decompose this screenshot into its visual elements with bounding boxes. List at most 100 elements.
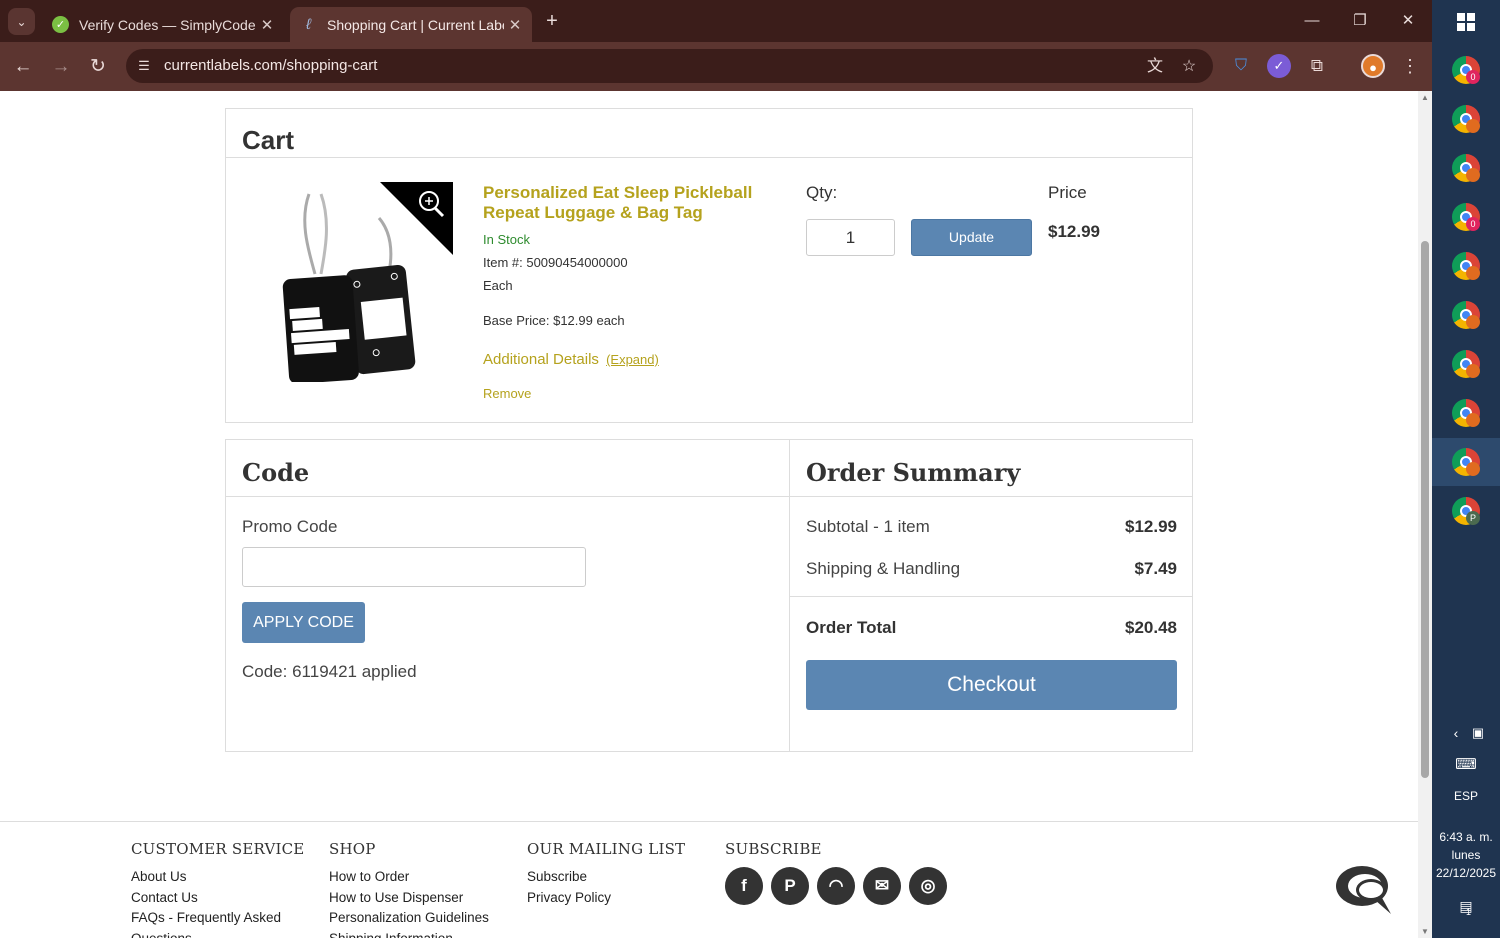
rss-icon[interactable]: ◠ [817,867,855,905]
footer-link-subscribe[interactable]: Subscribe [527,867,685,888]
footer-link-privacy[interactable]: Privacy Policy [527,888,685,909]
stock-status: In Stock [483,232,530,247]
taskbar-chrome-app-icon[interactable] [1452,154,1480,182]
scrollbar-thumb[interactable] [1421,241,1429,778]
promo-code-input[interactable] [242,547,586,587]
product-image[interactable] [281,182,453,382]
item-price: $12.99 [1048,222,1100,241]
tab-close-icon[interactable]: ✕ [256,16,278,34]
footer-link-faqs[interactable]: FAQs - Frequently Asked [131,908,304,929]
footer-customer-service: CUSTOMER SERVICE About Us Contact Us FAQ… [131,840,304,938]
taskbar-chrome-app-icon[interactable]: P [1452,497,1480,525]
product-title-link[interactable]: Personalized Eat Sleep Pickleball Repeat… [483,183,758,223]
taskbar-chrome-app-icon[interactable] [1452,399,1480,427]
notifications-icon[interactable]: ▤ 1 [1454,898,1478,917]
footer-link-shipping[interactable]: Shipping Information [329,929,489,938]
tab-simplycodes[interactable]: ✓ Verify Codes — SimplyCodes ✕ [42,7,284,42]
qty-label: Qty: [806,183,838,202]
taskbar-chrome-app-icon[interactable] [1452,105,1480,133]
footer-link-faqs-cont[interactable]: Questions [131,929,304,938]
profile-badge [1466,119,1480,133]
forward-button[interactable]: → [48,54,74,80]
language-indicator[interactable]: ESP [1432,789,1500,803]
email-icon[interactable]: ✉ [863,867,901,905]
update-button[interactable]: Update [911,219,1032,256]
taskbar-chrome-app-icon[interactable]: 0 [1452,56,1480,84]
promo-code-panel: Code Promo Code APPLY CODE Code: 6119421… [225,439,790,752]
shield-extension-icon[interactable]: ⛉ [1229,54,1253,78]
code-applied-message: Code: 6119421 applied [242,662,417,681]
footer-heading: SHOP [329,840,376,858]
footer-link-contact[interactable]: Contact Us [131,888,304,909]
browser-chrome: ⌄ ✓ Verify Codes — SimplyCodes ✕ ℓ Shopp… [0,0,1432,91]
remove-link[interactable]: Remove [483,386,531,401]
url-text[interactable]: currentlabels.com/shopping-cart [164,57,377,74]
bookmark-star-icon[interactable]: ☆ [1179,57,1199,77]
taskbar-chrome-app-icon[interactable] [1452,252,1480,280]
tab-shopping-cart[interactable]: ℓ Shopping Cart | Current Labels ✕ [290,7,532,42]
quantity-input[interactable]: 1 [806,219,895,256]
simplycodes-favicon-icon: ✓ [52,16,69,33]
extension-purple-icon[interactable]: ✓ [1267,54,1291,78]
minimize-button[interactable]: — [1290,8,1334,34]
clock[interactable]: 6:43 a. m. lunes 22/12/2025 [1432,828,1500,882]
scroll-up-arrow-icon[interactable]: ▲ [1418,93,1432,102]
meet-now-icon[interactable]: ▣ [1468,725,1488,741]
footer-heading: SUBSCRIBE [725,840,822,858]
footer-subscribe: SUBSCRIBE f P ◠ ✉ ◎ [725,840,947,905]
menu-kebab-icon[interactable]: ⋮ [1398,54,1422,78]
extensions-puzzle-icon[interactable]: ⧉ [1305,54,1329,78]
promo-code-label: Promo Code [242,517,338,536]
clock-time: 6:43 a. m. [1439,830,1493,844]
windows-taskbar: 0 0 P ‹ ▣ ⌨ ESP 6:43 a. m. lunes 22/12/202… [1432,0,1500,938]
pinterest-icon[interactable]: P [771,867,809,905]
profile-badge [1466,413,1480,427]
footer-link-personalization[interactable]: Personalization Guidelines [329,908,489,929]
order-total-value: $20.48 [1125,618,1177,637]
site-info-icon[interactable]: ☰ [135,57,153,75]
page-scrollbar[interactable]: ▲ ▼ [1418,91,1432,938]
subtotal-label: Subtotal - 1 item [806,517,930,536]
footer-link-about[interactable]: About Us [131,867,304,888]
shipping-value: $7.49 [1134,559,1177,578]
footer-mailing-list: OUR MAILING LIST Subscribe Privacy Polic… [527,840,685,908]
profile-badge [1466,462,1480,476]
order-total-label: Order Total [806,618,897,637]
subtotal-value: $12.99 [1125,517,1177,536]
expand-link[interactable]: (Expand) [606,352,659,367]
show-hidden-icons-icon[interactable]: ‹ [1446,725,1466,741]
taskbar-chrome-app-icon[interactable] [1452,301,1480,329]
touch-keyboard-icon[interactable]: ⌨ [1452,755,1480,773]
apply-code-button[interactable]: APPLY CODE [242,602,365,643]
taskbar-chrome-app-icon[interactable] [1452,350,1480,378]
item-number: Item #: 50090454000000 [483,255,628,270]
footer-link-dispenser[interactable]: How to Use Dispenser [329,888,489,909]
profile-badge: 0 [1466,70,1480,84]
tab-search-button[interactable]: ⌄ [8,8,35,35]
cart-heading: Cart [242,125,295,155]
instagram-icon[interactable]: ◎ [909,867,947,905]
windows-start-icon[interactable] [1457,13,1475,31]
close-window-button[interactable]: ✕ [1386,8,1430,34]
taskbar-chrome-app-icon[interactable]: 0 [1452,203,1480,231]
tab-close-icon[interactable]: ✕ [504,16,526,34]
back-button[interactable]: ← [10,54,36,80]
translate-icon[interactable]: 文 [1145,57,1165,77]
summary-divider [790,596,1192,597]
summary-header: Order Summary [790,440,1192,497]
checkout-button[interactable]: Checkout [806,660,1177,710]
reload-button[interactable]: ↻ [85,54,111,80]
chat-widget-icon[interactable] [1335,864,1397,916]
profile-avatar-icon[interactable]: ● [1361,54,1385,78]
subtotal-row: Subtotal - 1 item $12.99 [806,517,1177,537]
scroll-down-arrow-icon[interactable]: ▼ [1418,927,1432,936]
facebook-icon[interactable]: f [725,867,763,905]
order-summary-heading: Order Summary [806,458,1021,487]
social-icons: f P ◠ ✉ ◎ [725,867,947,905]
taskbar-chrome-app-icon[interactable] [1452,448,1480,476]
footer-shop: SHOP How to Order How to Use Dispenser P… [329,840,489,938]
restore-button[interactable]: ❐ [1338,8,1382,34]
address-bar[interactable]: ☰ currentlabels.com/shopping-cart 文 ☆ [126,49,1213,83]
footer-link-how-to-order[interactable]: How to Order [329,867,489,888]
new-tab-button[interactable]: + [540,10,564,34]
